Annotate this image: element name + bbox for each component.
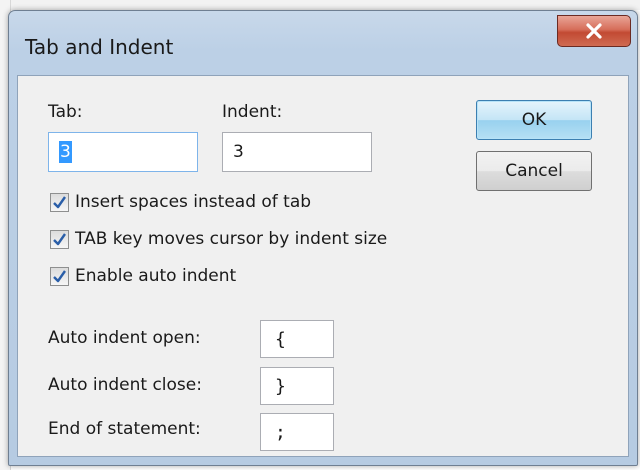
close-icon <box>585 23 603 39</box>
tab-key-moves-checkbox[interactable] <box>50 229 69 249</box>
insert-spaces-checkbox[interactable] <box>50 192 69 212</box>
checkmark-icon <box>53 232 66 245</box>
background-window-top <box>0 0 640 10</box>
tab-input-value: 3 <box>59 141 72 163</box>
enable-auto-indent-checkbox[interactable] <box>50 266 69 286</box>
end-of-statement-input[interactable]: ; <box>260 413 334 451</box>
title-bar[interactable]: Tab and Indent <box>9 11 637 73</box>
auto-indent-close-label: Auto indent close: <box>48 375 202 395</box>
dialog-title: Tab and Indent <box>25 35 174 59</box>
insert-spaces-option[interactable]: Insert spaces instead of tab <box>50 190 311 214</box>
enable-auto-indent-option[interactable]: Enable auto indent <box>50 264 236 288</box>
checkmark-icon <box>53 269 66 282</box>
enable-auto-indent-label: Enable auto indent <box>75 266 237 286</box>
tab-input[interactable]: 3 <box>48 132 198 172</box>
cancel-button[interactable]: Cancel <box>476 151 592 191</box>
close-button[interactable] <box>557 15 631 47</box>
auto-indent-open-input[interactable]: { <box>260 320 334 358</box>
auto-indent-open-value: { <box>275 328 286 350</box>
indent-input[interactable]: 3 <box>222 132 372 172</box>
end-of-statement-label: End of statement: <box>48 419 201 439</box>
tab-and-indent-dialog: Tab and Indent Tab: 3 Indent: 3 OK Cance… <box>8 10 638 466</box>
insert-spaces-label: Insert spaces instead of tab <box>75 192 312 212</box>
checkmark-icon <box>53 195 66 208</box>
tab-key-moves-label: TAB key moves cursor by indent size <box>75 229 388 249</box>
auto-indent-close-input[interactable]: } <box>260 367 334 405</box>
indent-input-value: 3 <box>233 142 244 162</box>
indent-label: Indent: <box>222 102 283 122</box>
auto-indent-close-value: } <box>275 375 286 397</box>
dialog-body: Tab: 3 Indent: 3 OK Cancel Insert spaces… <box>17 75 629 457</box>
ok-button[interactable]: OK <box>476 100 592 140</box>
end-of-statement-value: ; <box>275 421 286 443</box>
auto-indent-open-label: Auto indent open: <box>48 328 201 348</box>
tab-label: Tab: <box>48 102 83 122</box>
tab-key-moves-option[interactable]: TAB key moves cursor by indent size <box>50 227 387 251</box>
